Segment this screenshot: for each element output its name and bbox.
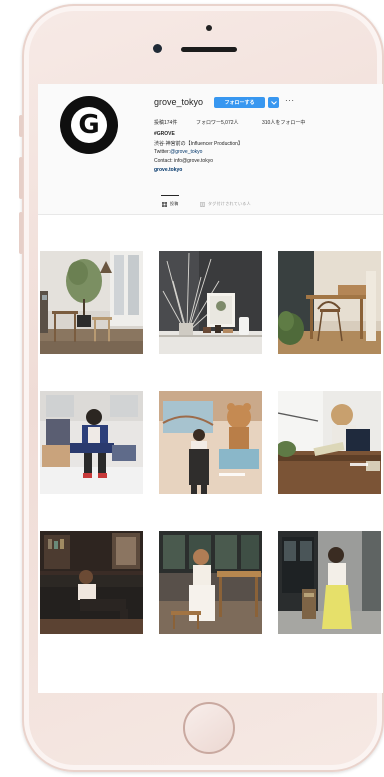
profile-header: G grove_tokyo フォローする ··· 投稿174件 フォロワー5,0… xyxy=(38,84,383,215)
man-seated-on-floor-photo xyxy=(40,391,143,494)
home-button[interactable] xyxy=(183,702,235,754)
active-tab-indicator xyxy=(161,195,179,196)
username: grove_tokyo xyxy=(154,97,204,107)
woman-reading-by-window-photo xyxy=(278,391,381,494)
website-link[interactable]: grove.tokyo xyxy=(154,167,182,173)
tab-posts[interactable]: 投稿 xyxy=(162,201,179,207)
tab-tagged-label: タグ付けされている人 xyxy=(208,201,251,206)
tab-tagged[interactable]: タグ付けされている人 xyxy=(200,201,251,207)
photo-post-8[interactable] xyxy=(159,531,262,634)
followers-count[interactable]: フォロワー5,072人 xyxy=(196,119,239,126)
photo-post-7[interactable] xyxy=(40,531,143,634)
proximity-sensor xyxy=(206,25,212,31)
photo-post-6[interactable] xyxy=(278,391,381,494)
tag-icon xyxy=(200,201,205,207)
bio-description: 渋谷·神宮前の【Influencer Production】 xyxy=(154,141,243,147)
twitter-handle-link[interactable]: @grove_tokyo xyxy=(170,149,202,155)
photo-post-1[interactable] xyxy=(40,251,143,354)
photo-post-5[interactable] xyxy=(159,391,262,494)
follow-button[interactable]: フォローする xyxy=(214,97,265,108)
earpiece-speaker xyxy=(181,47,237,52)
suggestions-dropdown-button[interactable] xyxy=(268,97,279,108)
living-room-olive-tree-photo xyxy=(40,251,143,354)
woman-with-bear-painting-photo xyxy=(159,391,262,494)
bio-name: #GROVE xyxy=(154,131,175,137)
bio-twitter: Twitter:@grove_tokyo xyxy=(154,149,203,155)
photo-post-9[interactable] xyxy=(278,531,381,634)
woman-on-leather-sofa-photo xyxy=(40,531,143,634)
volume-down-button xyxy=(19,212,23,254)
volume-up-button xyxy=(19,157,23,199)
more-options-button[interactable]: ··· xyxy=(285,96,295,105)
wooden-desk-chair-photo xyxy=(278,251,381,354)
tab-posts-label: 投稿 xyxy=(170,201,179,206)
profile-avatar[interactable]: G xyxy=(60,96,118,154)
branch-vase-display-photo xyxy=(159,251,262,354)
woman-at-cafe-table-photo xyxy=(159,531,262,634)
photo-post-3[interactable] xyxy=(278,251,381,354)
grid-icon xyxy=(162,201,167,207)
avatar-logo: G xyxy=(71,107,107,143)
photo-post-4[interactable] xyxy=(40,391,143,494)
phone-screen: G grove_tokyo フォローする ··· 投稿174件 フォロワー5,0… xyxy=(38,84,383,693)
following-count[interactable]: 310人をフォロー中 xyxy=(262,119,305,126)
bio-contact: Contact: info@grove.tokyo xyxy=(154,158,213,164)
front-camera xyxy=(153,44,162,53)
photo-post-2[interactable] xyxy=(159,251,262,354)
chevron-down-icon xyxy=(270,100,277,105)
posts-count: 投稿174件 xyxy=(154,120,178,126)
woman-in-yellow-skirt-photo xyxy=(278,531,381,634)
mute-switch xyxy=(19,115,23,137)
